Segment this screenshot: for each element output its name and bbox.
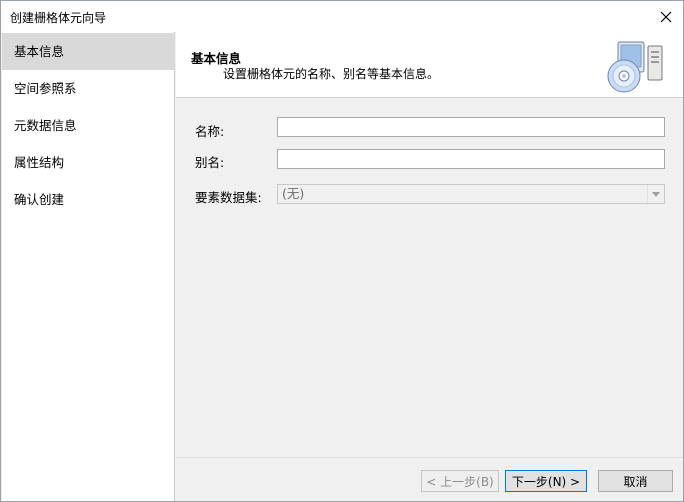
step-header: 基本信息 设置栅格体元的名称、别名等基本信息。 (176, 32, 683, 98)
window-title: 创建栅格体元向导 (10, 11, 107, 25)
computer-disc-icon (607, 41, 663, 93)
sidebar-item-label: 确认创建 (14, 192, 65, 207)
sidebar-item-attribute-structure[interactable]: 属性结构 (2, 144, 175, 181)
wizard-window: 创建栅格体元向导 基本信息 空间参照系 元数据信息 属性结构 确认创建 基本信息… (0, 0, 684, 502)
dataset-selected-value: (无) (282, 186, 305, 201)
name-input[interactable] (277, 117, 665, 137)
sidebar-item-basic-info[interactable]: 基本信息 (2, 33, 175, 70)
sidebar-item-confirm-create[interactable]: 确认创建 (2, 181, 175, 218)
title-bar: 创建栅格体元向导 (1, 1, 683, 32)
dataset-label: 要素数据集: (195, 190, 262, 205)
sidebar-item-label: 基本信息 (14, 44, 65, 59)
close-button[interactable] (649, 1, 683, 32)
sidebar-item-label: 空间参照系 (14, 81, 77, 96)
dataset-select[interactable]: (无) (277, 184, 665, 204)
sidebar-item-label: 元数据信息 (14, 118, 77, 133)
next-button[interactable]: 下一步(N) > (505, 470, 587, 492)
sidebar-item-metadata[interactable]: 元数据信息 (2, 107, 175, 144)
cancel-button[interactable]: 取消 (598, 470, 673, 492)
footer-divider (176, 457, 683, 458)
chevron-down-icon (652, 191, 660, 197)
dropdown-arrow[interactable] (647, 185, 664, 203)
wizard-steps-sidebar: 基本信息 空间参照系 元数据信息 属性结构 确认创建 (2, 32, 175, 501)
close-icon (660, 11, 672, 22)
sidebar-item-spatial-reference[interactable]: 空间参照系 (2, 70, 175, 107)
name-label: 名称: (195, 124, 225, 139)
sidebar-item-label: 属性结构 (14, 155, 65, 170)
alias-label: 别名: (195, 155, 225, 170)
step-description: 设置栅格体元的名称、别名等基本信息。 (223, 67, 440, 81)
alias-input[interactable] (277, 149, 665, 169)
previous-button[interactable]: < 上一步(B) (421, 470, 499, 492)
